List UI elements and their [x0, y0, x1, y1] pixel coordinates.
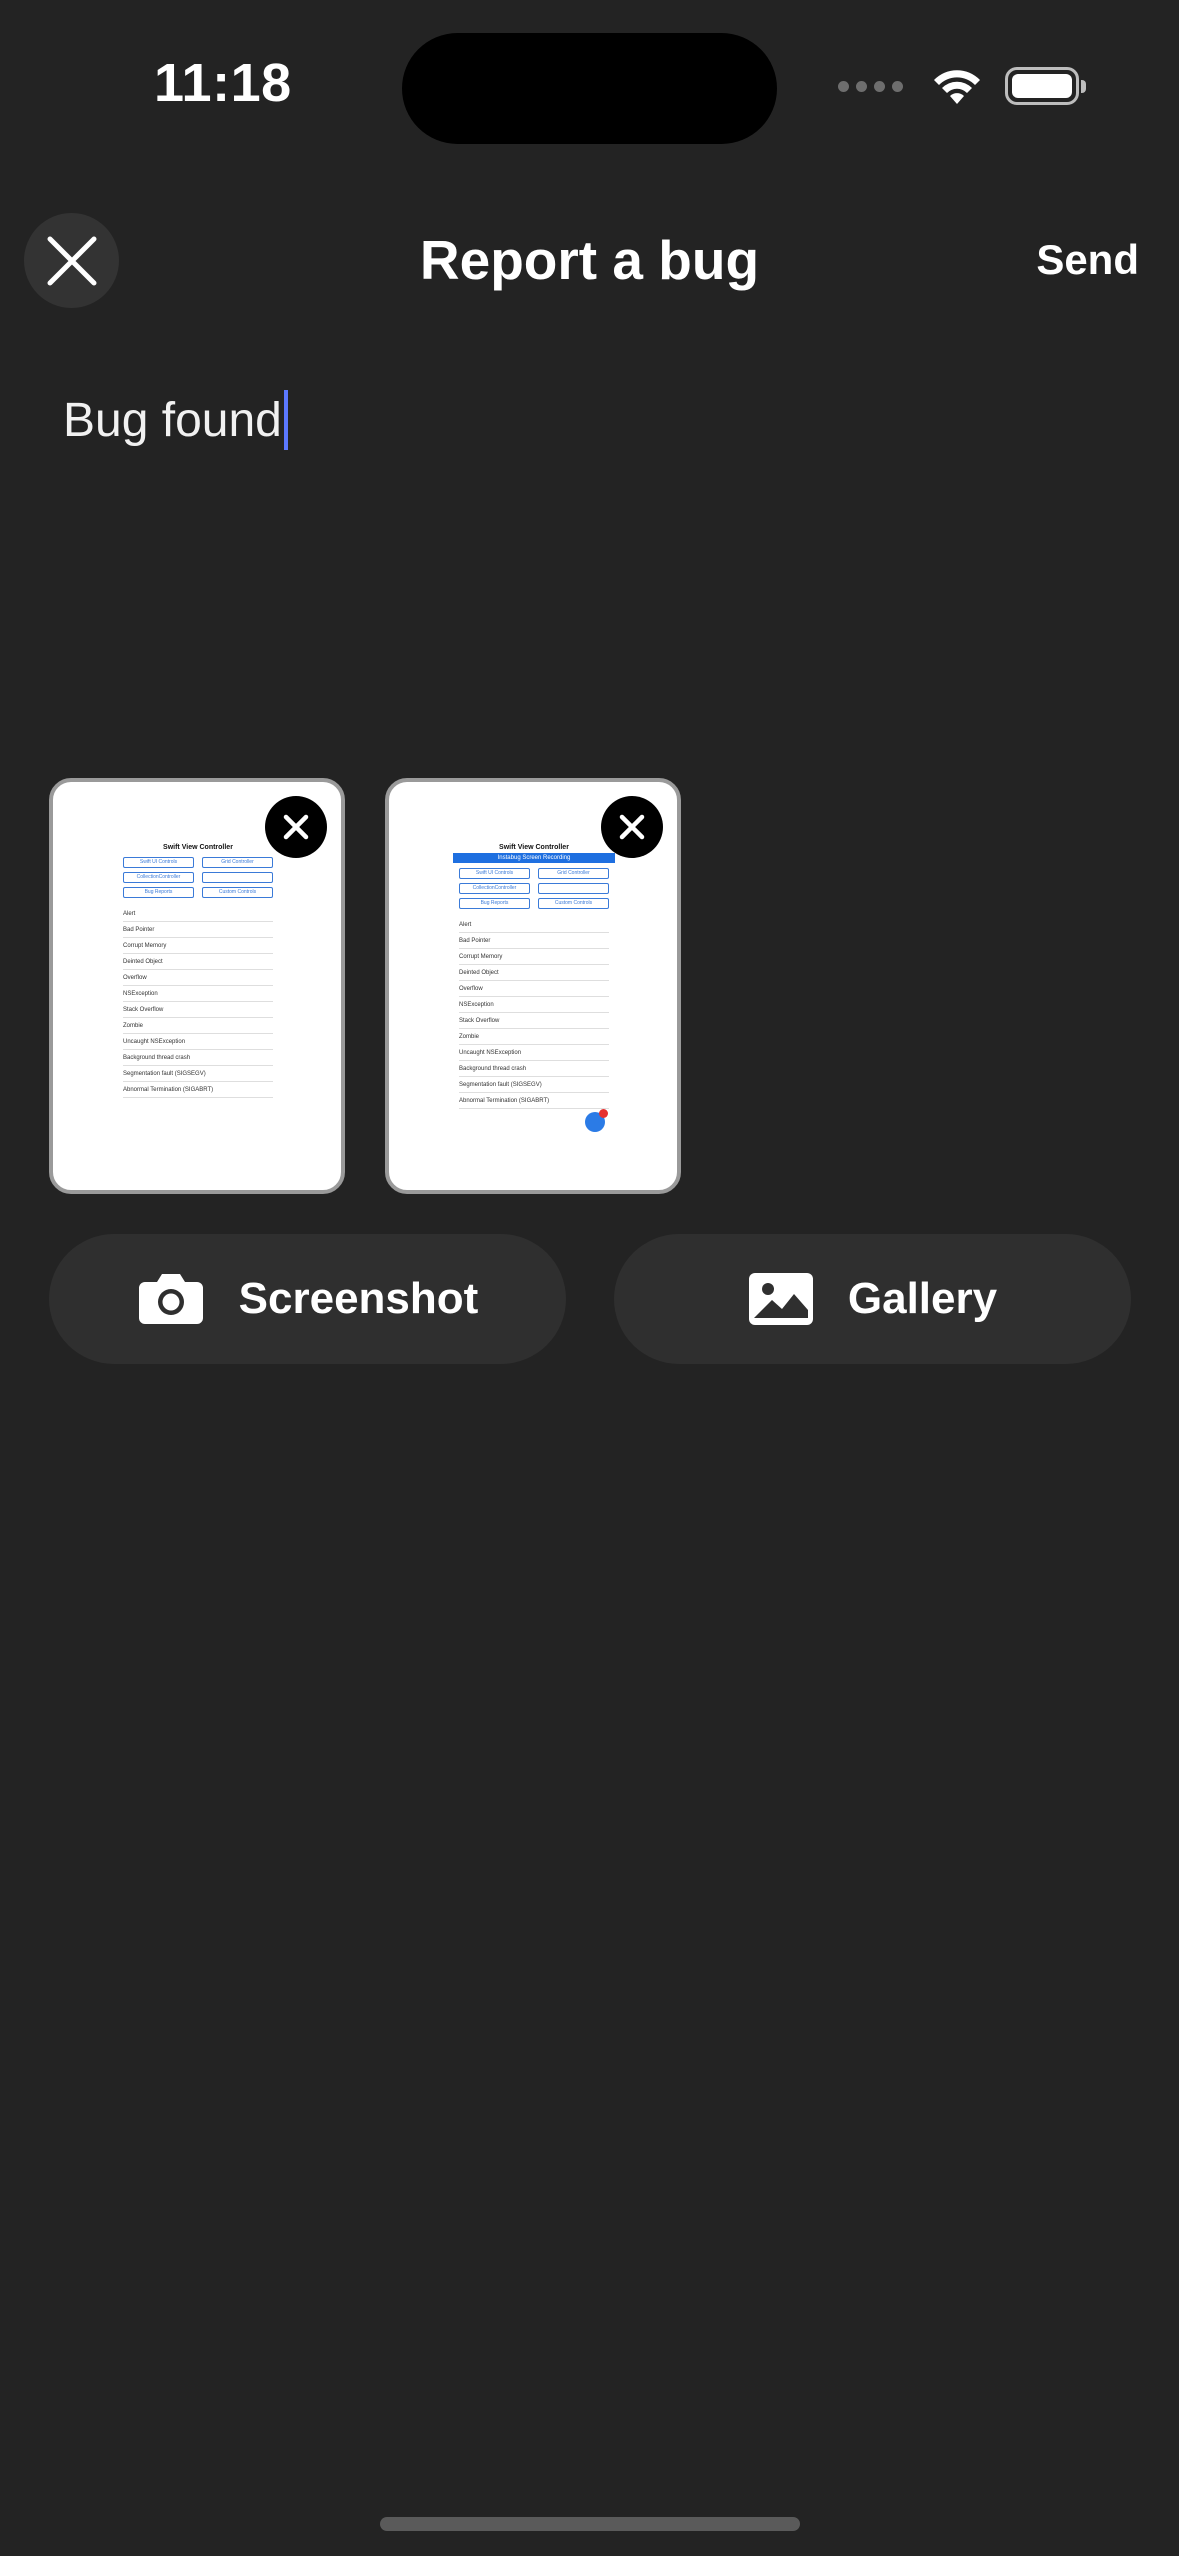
status-icons — [838, 62, 1086, 110]
send-button[interactable]: Send — [1036, 236, 1139, 284]
wifi-icon — [934, 70, 980, 104]
attachment-thumbnail[interactable]: Swift View Controller Swift UI Controls … — [49, 778, 345, 1194]
bug-description-value: Bug found — [63, 393, 282, 447]
camera-icon — [138, 1274, 203, 1324]
battery-icon — [1005, 67, 1086, 105]
screenshot-preview: Swift View Controller Instabug Screen Re… — [453, 844, 615, 1109]
home-indicator[interactable] — [380, 2517, 800, 2531]
remove-attachment-button[interactable] — [601, 796, 663, 858]
cellular-signal-icon — [838, 80, 903, 92]
notification-badge — [599, 1109, 608, 1118]
remove-attachment-button[interactable] — [265, 796, 327, 858]
text-caret — [283, 390, 288, 450]
close-icon — [283, 814, 309, 840]
page-title: Report a bug — [419, 229, 760, 291]
close-icon — [619, 814, 645, 840]
screenshot-button[interactable]: Screenshot — [49, 1234, 566, 1364]
gallery-button[interactable]: Gallery — [614, 1234, 1131, 1364]
bug-description-input[interactable]: Bug found — [63, 390, 288, 450]
photo-icon — [748, 1273, 813, 1325]
dynamic-island — [402, 33, 777, 144]
floating-report-button — [585, 1109, 608, 1132]
screenshot-preview: Swift View Controller Swift UI Controls … — [123, 844, 273, 1098]
gallery-label: Gallery — [847, 1274, 998, 1323]
status-time: 11:18 — [154, 53, 292, 113]
attachment-thumbnail[interactable]: Swift View Controller Instabug Screen Re… — [385, 778, 681, 1194]
screenshot-label: Screenshot — [238, 1274, 479, 1323]
